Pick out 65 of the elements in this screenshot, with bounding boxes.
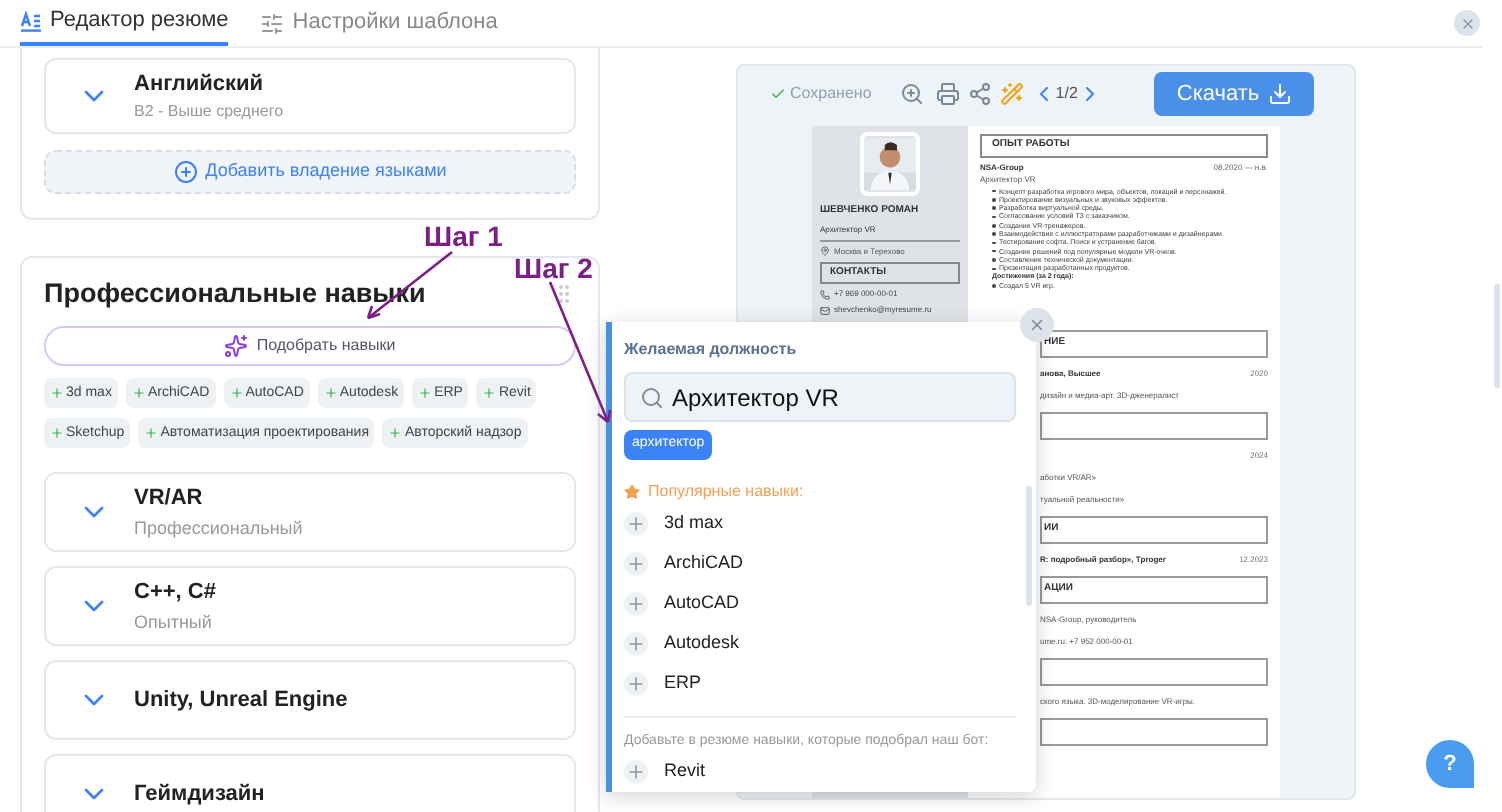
plus-icon	[624, 511, 648, 535]
share-icon[interactable]	[967, 82, 992, 106]
plus-icon	[388, 426, 403, 441]
plus-icon	[624, 551, 648, 575]
close-button[interactable]	[1454, 10, 1480, 36]
plus-icon	[624, 760, 648, 784]
popular-skill-item[interactable]: 3d max	[624, 503, 1016, 543]
mail-icon	[820, 305, 830, 315]
popular-skill-item[interactable]: AutoCAD	[624, 583, 1016, 623]
plus-circle-icon	[173, 160, 198, 184]
popular-skill-item[interactable]: ArchiCAD	[624, 543, 1016, 583]
plus-icon	[144, 426, 159, 441]
skill-card[interactable]: Unity, Unreal Engine	[44, 660, 576, 741]
plus-icon	[131, 386, 146, 401]
step-label: Шаг 1	[424, 218, 503, 256]
close-icon	[1459, 15, 1475, 31]
plus-icon	[624, 631, 648, 655]
zoom-icon[interactable]	[899, 82, 924, 106]
arrow	[548, 281, 612, 424]
tab[interactable]: Настройки шаблона	[260, 0, 498, 46]
skill-name: VR/AR	[134, 484, 205, 515]
page-indicator: 1/2	[1055, 82, 1078, 106]
plus-icon	[50, 386, 64, 401]
plus-icon	[624, 591, 648, 615]
sparkles-icon	[224, 334, 249, 359]
skill-name: C++, C#	[134, 578, 216, 609]
star-icon	[624, 483, 640, 499]
plus-icon	[482, 386, 497, 401]
tab[interactable]: Редактор резюме	[20, 0, 229, 46]
position-search-field[interactable]: Архитектор VR	[624, 372, 1016, 422]
skill-card[interactable]: C++, C# Опытный	[44, 566, 576, 647]
plus-icon	[229, 386, 244, 401]
popular-skill-item[interactable]: Autodesk	[624, 623, 1016, 663]
check-icon	[770, 86, 786, 102]
download-icon	[1267, 82, 1292, 106]
skill-card[interactable]: VR/AR Профессиональный	[44, 472, 576, 553]
skill-level: Профессиональный	[134, 515, 303, 542]
skill-name: Геймдизайн	[134, 780, 265, 810]
search-icon	[640, 385, 664, 409]
print-icon[interactable]	[935, 82, 960, 106]
plus-icon	[418, 386, 433, 401]
popular-skills-title: Популярные навыки:	[624, 479, 1016, 503]
location-pin-icon	[820, 246, 830, 256]
scrollbar[interactable]	[1494, 284, 1500, 388]
plus-icon	[624, 671, 648, 695]
language-name: Английский	[134, 69, 266, 100]
plus-icon	[323, 386, 338, 401]
suggest-skills-button[interactable]: Подобрать навыки	[44, 326, 576, 367]
magic-wand-icon[interactable]	[999, 82, 1024, 106]
sliders-icon	[260, 11, 285, 35]
phone-icon	[820, 289, 830, 299]
skill-level: Опытный	[134, 609, 214, 636]
bot-skill-item[interactable]: Revit	[624, 752, 1016, 792]
skill-name: Unity, Unreal Engine	[134, 686, 348, 716]
language-level: B2 - Выше среднего	[134, 100, 284, 125]
close-icon	[1028, 316, 1046, 334]
plus-icon	[50, 426, 64, 441]
popup-scrollbar[interactable]	[1026, 486, 1032, 606]
language-card[interactable]: Английский B2 - Выше среднего	[44, 58, 576, 134]
popular-skill-item[interactable]: ERP	[624, 663, 1016, 703]
saved-status: Сохранено	[770, 82, 872, 106]
resume-icon	[20, 10, 42, 32]
step-label: Шаг 2	[514, 250, 593, 288]
skill-card[interactable]: Геймдизайн	[44, 754, 576, 812]
field-label: Желаемая должность	[624, 338, 799, 362]
